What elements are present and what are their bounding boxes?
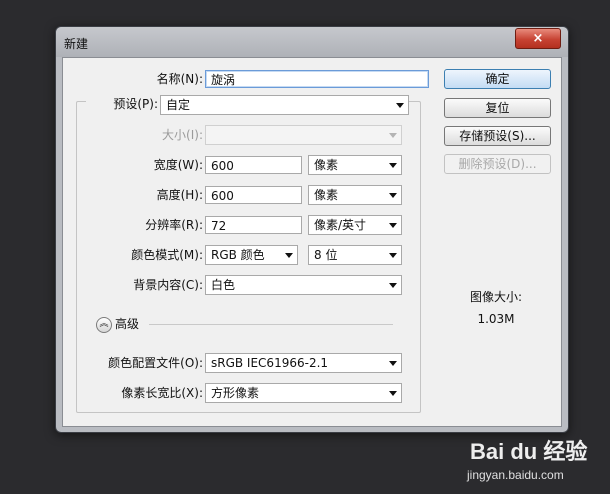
chevron-down-icon bbox=[389, 133, 397, 138]
image-size-value: 1.03M bbox=[477, 312, 515, 326]
advanced-divider bbox=[149, 324, 393, 325]
size-select bbox=[205, 125, 402, 145]
height-unit-select[interactable]: 像素 bbox=[308, 185, 402, 205]
background-value: 白色 bbox=[211, 278, 236, 292]
color-profile-select[interactable]: sRGB IEC61966-2.1 bbox=[205, 353, 402, 373]
close-button[interactable]: × bbox=[515, 28, 561, 49]
title-bar[interactable]: 新建 × bbox=[56, 27, 568, 57]
chevron-down-icon bbox=[396, 103, 404, 108]
bit-depth-select[interactable]: 8 位 bbox=[308, 245, 402, 265]
bit-depth-value: 8 位 bbox=[314, 248, 338, 262]
baidu-watermark-logo: Bai du 经验 bbox=[470, 439, 588, 464]
resolution-label: 分辨率(R): bbox=[145, 218, 203, 232]
width-unit-value: 像素 bbox=[314, 158, 339, 172]
width-label: 宽度(W): bbox=[153, 158, 203, 172]
color-mode-value: RGB 颜色 bbox=[211, 248, 265, 262]
background-select[interactable]: 白色 bbox=[205, 275, 402, 295]
chevron-up-double-icon[interactable]: ︽ bbox=[96, 317, 112, 333]
resolution-input[interactable]: 72 bbox=[205, 216, 302, 234]
baidu-watermark-url: jingyan.baidu.com bbox=[467, 468, 564, 482]
dialog-title: 新建 bbox=[64, 37, 89, 51]
name-input[interactable]: 旋涡 bbox=[205, 70, 429, 88]
color-profile-value: sRGB IEC61966-2.1 bbox=[211, 356, 329, 370]
resolution-unit-value: 像素/英寸 bbox=[314, 218, 367, 232]
image-size-label: 图像大小: bbox=[469, 290, 523, 304]
color-profile-label: 颜色配置文件(O): bbox=[108, 356, 203, 370]
reset-button[interactable]: 复位 bbox=[444, 98, 551, 118]
pixel-aspect-label: 像素长宽比(X): bbox=[121, 386, 203, 400]
advanced-label[interactable]: 高级 bbox=[115, 314, 145, 334]
close-icon: × bbox=[532, 31, 544, 46]
width-unit-select[interactable]: 像素 bbox=[308, 155, 402, 175]
delete-preset-button: 删除预设(D)... bbox=[444, 154, 551, 174]
chevron-down-icon bbox=[285, 253, 293, 258]
chevron-down-icon bbox=[389, 193, 397, 198]
chevron-down-icon bbox=[389, 253, 397, 258]
height-input[interactable]: 600 bbox=[205, 186, 302, 204]
name-label: 名称(N): bbox=[156, 72, 203, 86]
chevron-down-icon bbox=[389, 283, 397, 288]
height-unit-value: 像素 bbox=[314, 188, 339, 202]
height-label: 高度(H): bbox=[156, 188, 203, 202]
size-label: 大小(I): bbox=[162, 128, 203, 142]
save-preset-button[interactable]: 存储预设(S)... bbox=[444, 126, 551, 146]
pixel-aspect-select[interactable]: 方形像素 bbox=[205, 383, 402, 403]
preset-label: 预设(P): bbox=[86, 94, 160, 114]
chevron-down-icon bbox=[389, 361, 397, 366]
background-label: 背景内容(C): bbox=[133, 278, 203, 292]
color-mode-select[interactable]: RGB 颜色 bbox=[205, 245, 298, 265]
resolution-unit-select[interactable]: 像素/英寸 bbox=[308, 215, 402, 235]
preset-select[interactable]: 自定 bbox=[160, 95, 409, 115]
ok-button[interactable]: 确定 bbox=[444, 69, 551, 89]
pixel-aspect-value: 方形像素 bbox=[211, 386, 260, 400]
preset-value: 自定 bbox=[166, 98, 191, 112]
color-mode-label: 颜色模式(M): bbox=[131, 248, 203, 262]
chevron-down-icon bbox=[389, 163, 397, 168]
width-input[interactable]: 600 bbox=[205, 156, 302, 174]
new-document-dialog: 新建 × 名称(N): 旋涡 预设(P): 自定 大小(I): 宽度(W): 6… bbox=[55, 26, 569, 433]
chevron-down-icon bbox=[389, 223, 397, 228]
dialog-body: 名称(N): 旋涡 预设(P): 自定 大小(I): 宽度(W): 600 像素… bbox=[62, 57, 562, 427]
chevron-down-icon bbox=[389, 391, 397, 396]
